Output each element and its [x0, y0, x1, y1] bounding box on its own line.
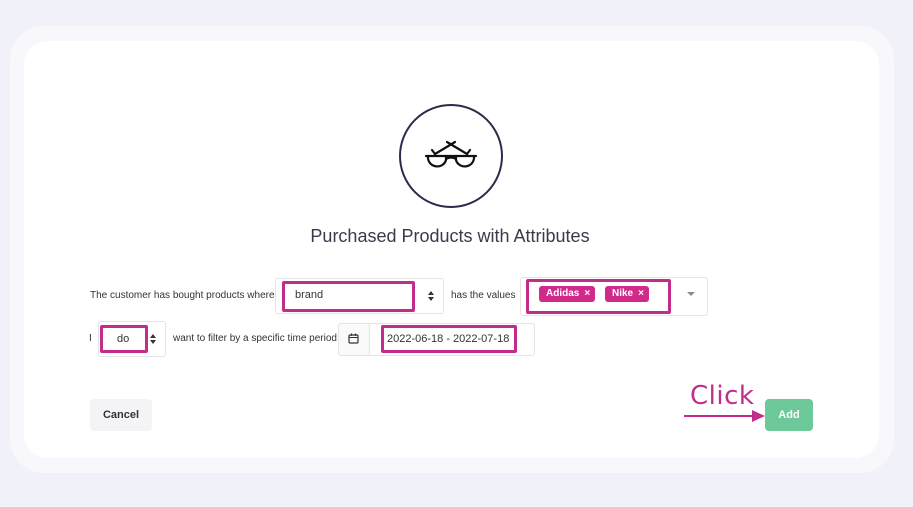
condition-prefix-label: The customer has bought products where: [90, 290, 275, 301]
remove-tag-icon[interactable]: ×: [584, 286, 590, 302]
time-period-label: want to filter by a specific time period: [173, 333, 337, 344]
tag-label: Nike: [612, 288, 634, 299]
date-range-value: 2022-06-18 - 2022-07-18: [387, 333, 510, 345]
value-tag-nike: Nike ×: [605, 286, 649, 302]
select-arrows-icon: [150, 334, 156, 344]
calendar-icon: [348, 333, 359, 344]
chevron-down-icon[interactable]: [687, 292, 695, 296]
add-button[interactable]: Add: [765, 399, 813, 431]
has-values-label: has the values: [451, 290, 516, 301]
select-arrows-icon: [428, 291, 434, 301]
sunglasses-icon-circle: [399, 104, 503, 208]
remove-tag-icon[interactable]: ×: [638, 286, 644, 302]
do-select-value: do: [117, 333, 130, 345]
sunglasses-icon: [424, 140, 478, 168]
cancel-button[interactable]: Cancel: [90, 399, 152, 431]
value-tag-adidas: Adidas ×: [539, 286, 596, 302]
row2-prefix-label: I: [89, 333, 92, 344]
attribute-select-value: brand: [295, 289, 324, 301]
click-annotation: Click: [690, 381, 755, 411]
dialog-title: Purchased Products with Attributes: [310, 226, 590, 246]
tag-label: Adidas: [546, 288, 580, 299]
arrow-annotation-icon: [684, 410, 765, 422]
